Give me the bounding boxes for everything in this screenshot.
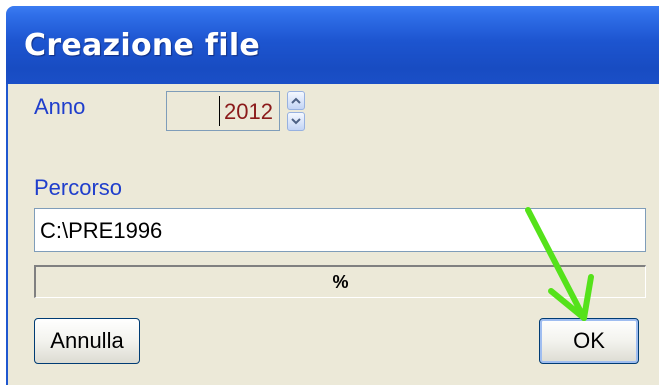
spin-down-button[interactable]	[287, 112, 305, 131]
window-title: Creazione file	[24, 28, 261, 63]
progress-bar: %	[34, 265, 646, 298]
title-bar[interactable]: Creazione file	[6, 6, 659, 84]
anno-spin-field[interactable]: 2012	[166, 91, 280, 131]
anno-label: Anno	[34, 94, 86, 119]
text-caret	[219, 96, 220, 126]
chevron-down-icon	[291, 118, 301, 125]
anno-value: 2012	[224, 99, 273, 124]
percorso-label: Percorso	[34, 175, 123, 200]
percorso-input[interactable]: C:\PRE1996	[34, 208, 646, 252]
spin-up-button[interactable]	[287, 91, 305, 110]
ok-button[interactable]: OK	[539, 318, 639, 364]
cancel-button[interactable]: Annulla	[34, 318, 140, 364]
chevron-up-icon	[291, 97, 301, 104]
progress-text: %	[332, 272, 349, 292]
